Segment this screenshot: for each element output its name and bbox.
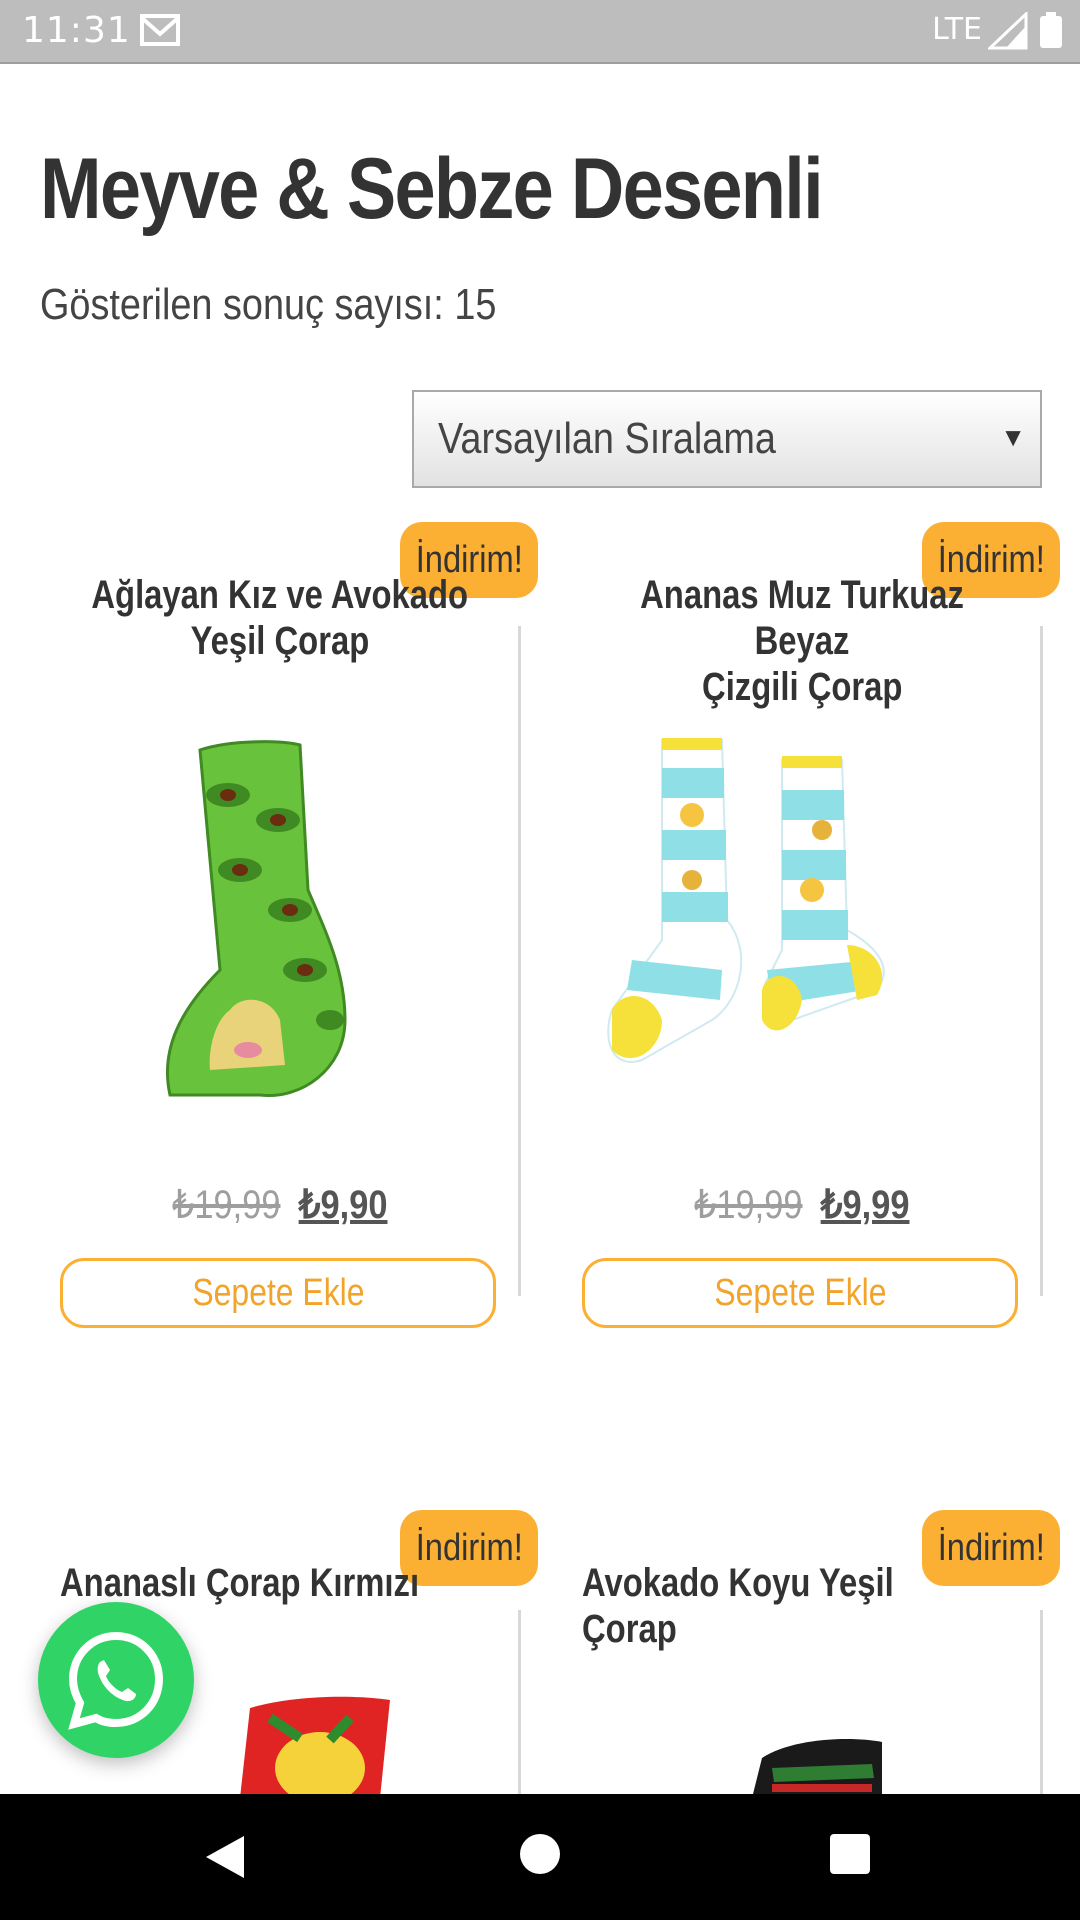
product-title-line: Ananaslı Çorap Kırmızı xyxy=(60,1561,420,1605)
old-price: ₺19,99 xyxy=(694,1183,803,1227)
product-card[interactable]: İndirim! Ananas Muz Turkuaz Beyaz Çizgil… xyxy=(542,520,1062,1340)
card-divider xyxy=(518,626,521,1296)
product-title-line: Çizgili Çorap xyxy=(701,665,903,709)
whatsapp-icon xyxy=(68,1631,164,1730)
product-title[interactable]: Ağlayan Kız ve Avokado Yeşil Çorap xyxy=(20,572,540,664)
add-to-cart-button[interactable]: Sepete Ekle xyxy=(582,1258,1018,1328)
sort-select[interactable]: Varsayılan Sıralama ▼ xyxy=(412,390,1042,488)
price-row: ₺19,99 ₺9,90 xyxy=(20,1182,540,1228)
battery-icon xyxy=(1040,12,1062,48)
product-title-line: Avokado Koyu Yeşil Çorap xyxy=(582,1561,894,1651)
recents-icon[interactable] xyxy=(830,1834,870,1874)
old-price: ₺19,99 xyxy=(172,1183,281,1227)
mail-icon xyxy=(140,14,180,46)
add-to-cart-button[interactable]: Sepete Ekle xyxy=(60,1258,496,1328)
pineapple-sock-image[interactable] xyxy=(592,720,1012,1120)
result-count: Gösterilen sonuç sayısı: 15 xyxy=(40,280,497,329)
status-bar: 11:31 LTE xyxy=(0,0,1080,64)
product-card[interactable]: İndirim! Avokado Koyu Yeşil Çorap xyxy=(542,1508,1062,1794)
card-divider xyxy=(518,1610,521,1794)
product-title[interactable]: Ananaslı Çorap Kırmızı xyxy=(20,1560,540,1606)
back-icon[interactable] xyxy=(204,1834,246,1880)
product-title-line: Ağlayan Kız ve Avokado xyxy=(91,573,469,617)
card-divider xyxy=(1040,626,1043,1296)
product-title[interactable]: Avokado Koyu Yeşil Çorap xyxy=(542,1560,1062,1652)
card-divider xyxy=(1040,1610,1043,1794)
product-title-line: Yeşil Çorap xyxy=(190,619,370,663)
dropdown-arrow-icon: ▼ xyxy=(1000,422,1026,452)
avocado-sock-image[interactable] xyxy=(90,720,470,1140)
price-row: ₺19,99 ₺9,99 xyxy=(542,1182,1062,1228)
pineapple-red-sock-image[interactable] xyxy=(230,1688,410,1794)
network-type: LTE xyxy=(932,12,982,47)
status-time: 11:31 xyxy=(22,10,131,51)
sale-price: ₺9,99 xyxy=(820,1183,910,1227)
avocado-dark-green-sock-image[interactable] xyxy=(752,1728,892,1794)
whatsapp-button[interactable] xyxy=(38,1602,194,1758)
product-card[interactable]: İndirim! Ağlayan Kız ve Avokado Yeşil Ço… xyxy=(20,520,540,1340)
product-title[interactable]: Ananas Muz Turkuaz Beyaz Çizgili Çorap xyxy=(542,572,1062,710)
product-title-line: Ananas Muz Turkuaz Beyaz xyxy=(640,573,964,663)
sort-selected-label: Varsayılan Sıralama xyxy=(438,414,776,463)
home-icon[interactable] xyxy=(520,1834,560,1874)
sale-price: ₺9,90 xyxy=(298,1183,388,1227)
system-nav-bar xyxy=(0,1794,1080,1920)
signal-icon xyxy=(988,12,1028,50)
page-title: Meyve & Sebze Desenli xyxy=(40,141,824,237)
